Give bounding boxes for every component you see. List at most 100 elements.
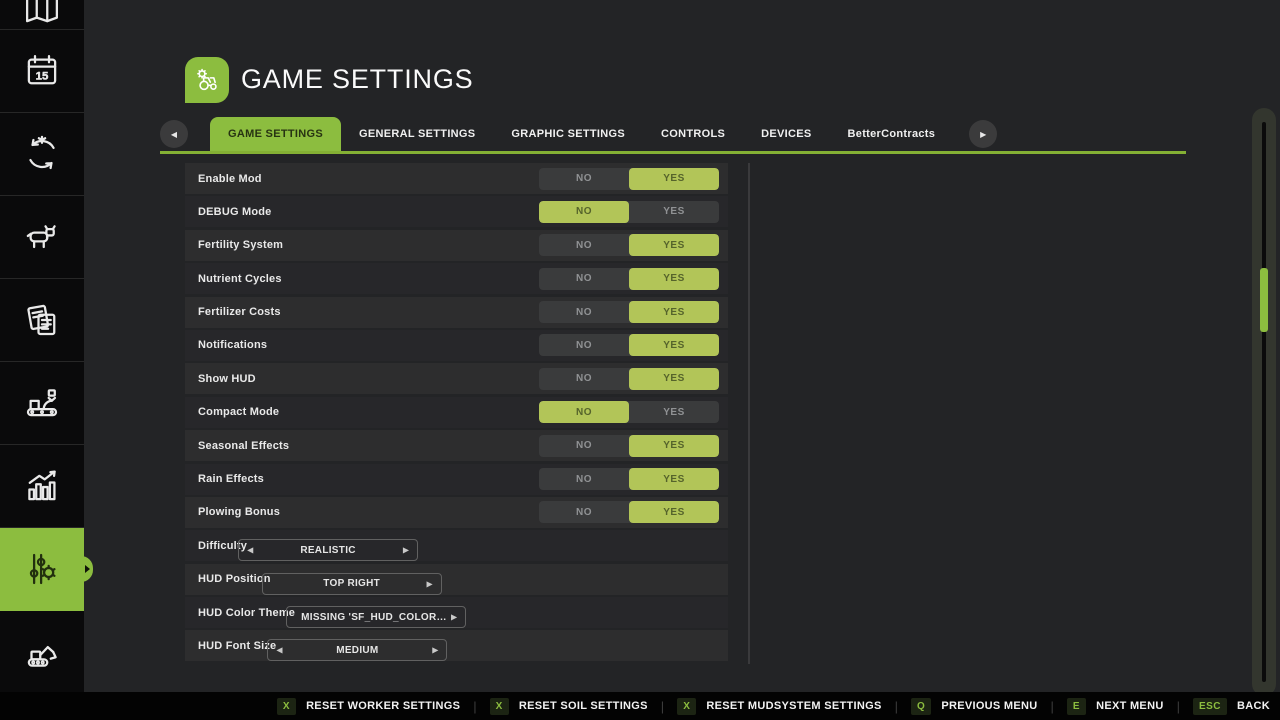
select-next-icon[interactable]: ▶ (403, 546, 409, 555)
tab-bar: ◀ GAME SETTINGS GENERAL SETTINGS GRAPHIC… (160, 117, 1186, 151)
sidebar-item-construction[interactable] (0, 611, 84, 694)
settings-row: HUD Position ◀ TOP RIGHT ▶ (185, 564, 728, 595)
settings-row: HUD Color Theme ◀ MISSING 'SF_HUD_COLOR_… (185, 597, 728, 628)
tabs-prev-button[interactable]: ◀ (160, 120, 188, 148)
setting-label: HUD Position (198, 573, 271, 585)
toggle-no-button[interactable]: NO (539, 234, 629, 256)
divider: | (661, 699, 664, 714)
scrollbar-thumb[interactable] (1260, 268, 1268, 332)
toggle-yes-button[interactable]: YES (629, 435, 719, 457)
key-badge: X (677, 698, 696, 715)
chevron-left-icon: ◀ (171, 130, 177, 139)
hotkey-label: RESET MUDSYSTEM SETTINGS (706, 700, 881, 712)
toggle-group: NO YES (539, 468, 719, 490)
toggle-no-button[interactable]: NO (539, 368, 629, 390)
toggle-yes-button[interactable]: YES (629, 168, 719, 190)
sidebar-item-production[interactable] (0, 362, 84, 445)
select-next-icon[interactable]: ▶ (427, 579, 433, 588)
toggle-yes-button[interactable]: YES (629, 301, 719, 323)
toggle-group: NO YES (539, 268, 719, 290)
toggle-group: NO YES (539, 301, 719, 323)
sidebar-item-calendar[interactable] (0, 30, 84, 113)
toggle-yes-button[interactable]: YES (629, 368, 719, 390)
toggle-no-button[interactable]: NO (539, 501, 629, 523)
crop-rotation-icon (21, 133, 63, 175)
hotkey-reset-worker-settings[interactable]: X RESET WORKER SETTINGS (277, 698, 460, 715)
settings-row: Enable Mod NO YES (185, 163, 728, 194)
tab-devices[interactable]: DEVICES (743, 117, 829, 151)
key-badge: E (1067, 698, 1086, 715)
toggle-yes-button[interactable]: YES (629, 401, 719, 423)
select-control[interactable]: ◀ MEDIUM ▶ (267, 639, 447, 661)
hotkey-reset-mudsystem-settings[interactable]: X RESET MUDSYSTEM SETTINGS (677, 698, 881, 715)
select-next-icon[interactable]: ▶ (432, 646, 438, 655)
panel-divider (748, 163, 750, 664)
key-badge: X (277, 698, 296, 715)
setting-label: Seasonal Effects (198, 440, 289, 452)
toggle-group: NO YES (539, 501, 719, 523)
setting-label: Rain Effects (198, 473, 264, 485)
hotkey-next-menu[interactable]: E NEXT MENU (1067, 698, 1164, 715)
key-badge: ESC (1193, 698, 1227, 715)
toggle-yes-button[interactable]: YES (629, 468, 719, 490)
sidebar-item-animals[interactable] (0, 196, 84, 279)
setting-label: HUD Color Theme (198, 607, 295, 619)
sidebar-item-map[interactable] (0, 0, 84, 30)
tab-underline (160, 151, 1186, 154)
toggle-no-button[interactable]: NO (539, 268, 629, 290)
settings-list: Enable Mod NO YES DEBUG Mode NO YES Fert… (185, 163, 728, 664)
setting-label: Nutrient Cycles (198, 273, 282, 285)
settings-row: HUD Font Size ◀ MEDIUM ▶ (185, 630, 728, 661)
tab-graphic-settings[interactable]: GRAPHIC SETTINGS (493, 117, 643, 151)
setting-label: HUD Font Size (198, 640, 276, 652)
toggle-no-button[interactable]: NO (539, 301, 629, 323)
tab-game-settings[interactable]: GAME SETTINGS (210, 117, 341, 151)
toggle-no-button[interactable]: NO (539, 334, 629, 356)
animals-icon (21, 216, 63, 258)
hotkey-label: NEXT MENU (1096, 700, 1163, 712)
toggle-no-button[interactable]: NO (539, 401, 629, 423)
settings-row: Notifications NO YES (185, 330, 728, 361)
toggle-group: NO YES (539, 201, 719, 223)
hotkey-reset-soil-settings[interactable]: X RESET SOIL SETTINGS (490, 698, 648, 715)
settings-icon (21, 548, 63, 590)
sidebar-item-statistics[interactable] (0, 445, 84, 528)
setting-label: Compact Mode (198, 406, 279, 418)
tractor-gear-icon (191, 64, 223, 96)
toggle-group: NO YES (539, 334, 719, 356)
select-next-icon[interactable]: ▶ (451, 613, 457, 622)
toggle-yes-button[interactable]: YES (629, 501, 719, 523)
toggle-yes-button[interactable]: YES (629, 234, 719, 256)
hotkey-label: PREVIOUS MENU (941, 700, 1037, 712)
toggle-yes-button[interactable]: YES (629, 201, 719, 223)
toggle-yes-button[interactable]: YES (629, 334, 719, 356)
tab-bettercontracts[interactable]: BetterContracts (830, 117, 954, 151)
setting-label: Enable Mod (198, 173, 262, 185)
construction-icon (21, 631, 63, 673)
sidebar-item-crop-rotation[interactable] (0, 113, 84, 196)
toggle-no-button[interactable]: NO (539, 168, 629, 190)
select-control[interactable]: ◀ MISSING 'SF_HUD_COLOR_1' L... ▶ (286, 606, 466, 628)
select-control[interactable]: ◀ TOP RIGHT ▶ (262, 573, 442, 595)
toggle-no-button[interactable]: NO (539, 435, 629, 457)
select-prev-icon[interactable]: ◀ (247, 546, 253, 555)
hotkey-label: BACK (1237, 700, 1270, 712)
sidebar-item-settings[interactable] (0, 528, 84, 611)
scrollbar-track[interactable] (1262, 122, 1266, 682)
select-control[interactable]: ◀ REALISTIC ▶ (238, 539, 418, 561)
toggle-group: NO YES (539, 401, 719, 423)
settings-row: Fertilizer Costs NO YES (185, 297, 728, 328)
hotkey-previous-menu[interactable]: Q PREVIOUS MENU (911, 698, 1037, 715)
hotkey-back[interactable]: ESC BACK (1193, 698, 1270, 715)
select-prev-icon[interactable]: ◀ (276, 646, 282, 655)
divider: | (1051, 699, 1054, 714)
tab-controls[interactable]: CONTROLS (643, 117, 743, 151)
tabs-next-button[interactable]: ▶ (969, 120, 997, 148)
toggle-no-button[interactable]: NO (539, 201, 629, 223)
setting-label: DEBUG Mode (198, 206, 272, 218)
toggle-no-button[interactable]: NO (539, 468, 629, 490)
toggle-yes-button[interactable]: YES (629, 268, 719, 290)
tab-general-settings[interactable]: GENERAL SETTINGS (341, 117, 493, 151)
sidebar-item-contracts[interactable] (0, 279, 84, 362)
tabs: GAME SETTINGS GENERAL SETTINGS GRAPHIC S… (210, 117, 953, 151)
